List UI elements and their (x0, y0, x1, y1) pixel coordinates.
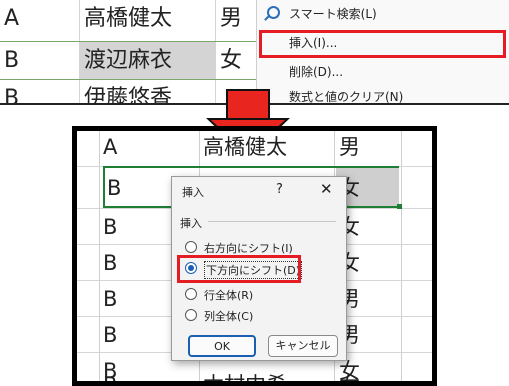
grid-line (401, 131, 402, 381)
divider (208, 221, 336, 222)
group-label: 挿入 (180, 217, 202, 230)
cell[interactable]: B (0, 80, 80, 103)
cell-text: 渡辺麻衣 (84, 48, 173, 73)
menu-item-delete[interactable]: 削除(D)... (257, 59, 509, 85)
menu-item-label: 数式と値のクリア(N) (289, 90, 404, 104)
search-icon (267, 6, 280, 19)
option-label: 列全体(C) (204, 310, 254, 323)
cell-text: 女 (339, 373, 360, 386)
cell-text: B (107, 176, 122, 200)
cell-text: B (103, 251, 118, 275)
radio-button[interactable] (185, 241, 197, 253)
cell-text: 男 (339, 135, 360, 159)
menu-item-label: スマート検索(L) (289, 7, 377, 21)
cell[interactable]: 伊藤悠香 (80, 80, 216, 103)
cell-text: A (4, 6, 20, 31)
close-icon[interactable]: ✕ (320, 180, 333, 198)
insert-dialog: 挿入 ? ✕ 挿入 右方向にシフト(I) 下方向にシフト(D) 行全体(R) 列… (171, 176, 347, 361)
cell-text: B (103, 373, 118, 386)
cell-text: 高橋健太 (203, 135, 287, 159)
option-label: 行全体(R) (204, 289, 254, 302)
option-label: 右方向にシフト(I) (204, 242, 293, 255)
cell-text: 伊藤悠香 (84, 86, 173, 103)
cell-selected[interactable]: 渡辺麻衣 (80, 42, 216, 80)
radio-button[interactable] (185, 288, 197, 300)
highlight-box (177, 255, 301, 283)
context-menu: スマート検索(L) 挿入(I)... 削除(D)... 数式と値のクリア(N) (256, 0, 509, 104)
cancel-button[interactable]: キャンセル (268, 335, 338, 357)
menu-item-label: 削除(D)... (289, 65, 344, 79)
cell-text: B (103, 323, 118, 347)
down-arrow-icon (226, 89, 270, 121)
cell-text: B (4, 48, 20, 73)
grid-line (99, 131, 100, 381)
cell-text: B (103, 215, 118, 239)
radio-button[interactable] (185, 309, 197, 321)
menu-item-smart-lookup[interactable]: スマート検索(L) (257, 1, 509, 27)
cell[interactable]: 女 (216, 42, 260, 80)
cell[interactable]: B (0, 42, 80, 80)
cell-text: 女 (220, 48, 243, 73)
cell[interactable]: A (0, 0, 80, 42)
cell[interactable]: 高橋健太 (80, 0, 216, 42)
help-icon[interactable]: ? (276, 182, 283, 197)
menu-item-clear[interactable]: 数式と値のクリア(N) (257, 84, 509, 110)
fill-handle[interactable] (397, 204, 402, 209)
top-sheet: A 高橋健太 男 B 渡辺麻衣 女 B 伊藤悠香 (0, 0, 260, 103)
cell-text: B (4, 86, 20, 103)
cell-text: B (103, 287, 118, 311)
cell-text: 男 (220, 6, 243, 31)
ok-button[interactable]: OK (188, 335, 256, 357)
highlight-box (259, 30, 506, 58)
cell[interactable]: 男 (216, 0, 260, 42)
cell-text: A (103, 135, 118, 159)
dialog-title: 挿入 (182, 186, 204, 199)
cell-text: 高橋健太 (84, 6, 173, 31)
cell-text: 木村中希 (203, 373, 287, 386)
